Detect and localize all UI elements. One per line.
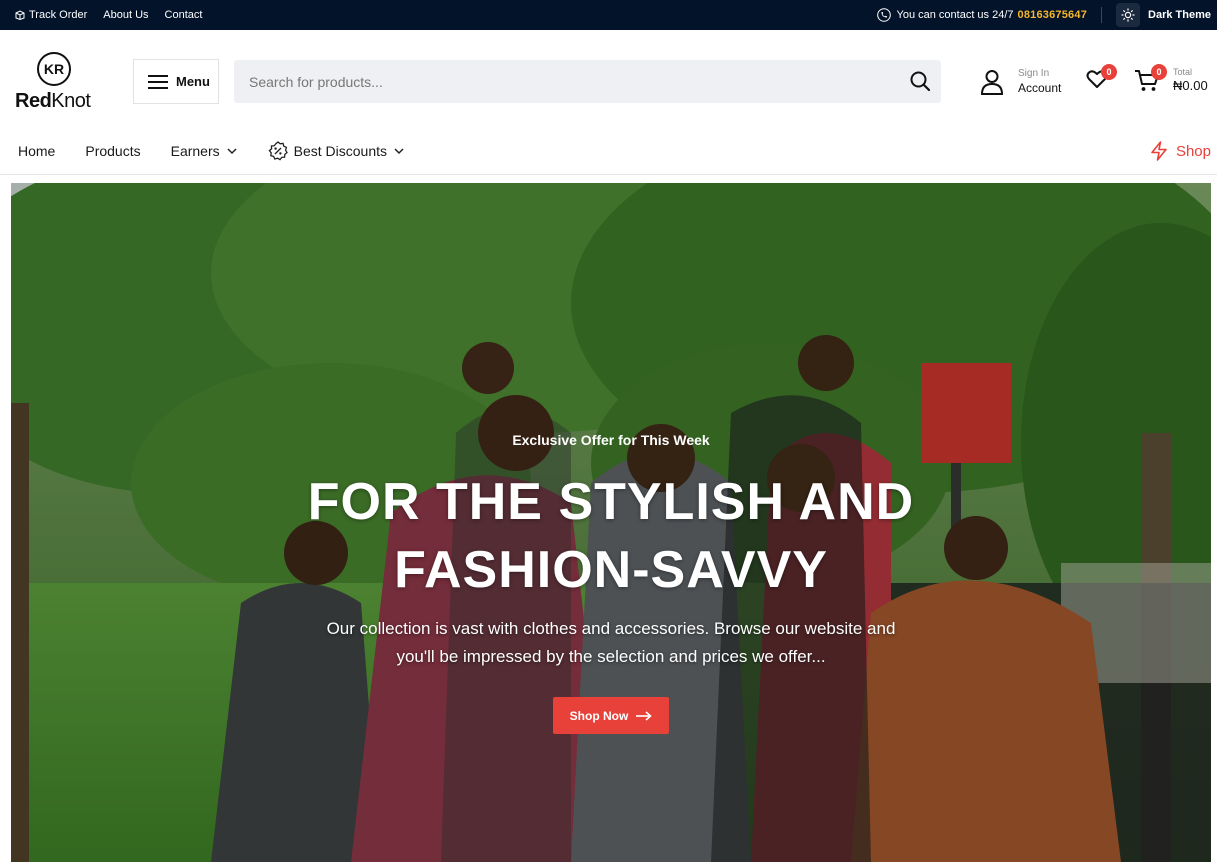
main-nav: Home Products Earners Best Discounts Sho… bbox=[0, 128, 1217, 175]
search-input[interactable] bbox=[234, 60, 894, 103]
track-order-link[interactable]: Track Order bbox=[15, 9, 87, 21]
hero-description: Our collection is vast with clothes and … bbox=[326, 619, 896, 666]
hero-banner: Exclusive Offer for This Week FOR THE ST… bbox=[11, 183, 1211, 862]
dark-theme-label: Dark Theme bbox=[1148, 9, 1211, 21]
menu-button[interactable]: Menu bbox=[133, 59, 219, 104]
search-icon[interactable] bbox=[909, 70, 931, 92]
logo-text-bold: Red bbox=[15, 90, 52, 112]
contact-label: Contact bbox=[164, 9, 203, 21]
nav-item-label: Best Discounts bbox=[293, 143, 388, 159]
box-icon bbox=[15, 10, 25, 20]
cart-total[interactable]: Total ₦0.00 bbox=[1173, 67, 1208, 95]
sign-in-label: Sign In bbox=[1018, 68, 1050, 80]
discount-badge-icon bbox=[268, 141, 288, 161]
about-us-link[interactable]: About Us bbox=[103, 9, 148, 21]
about-us-label: About Us bbox=[103, 9, 149, 21]
nav-item-label: Earners bbox=[170, 143, 220, 159]
site-logo[interactable]: KR RedKnot bbox=[15, 52, 95, 112]
shop-now-label: Shop Now bbox=[569, 708, 629, 723]
top-bar-right: You can contact us 24/7 08163675647 Dark… bbox=[876, 0, 1211, 30]
contact-link[interactable]: Contact bbox=[165, 9, 203, 21]
nav-item-label: Home bbox=[18, 143, 56, 159]
contact-text: You can contact us 24/7 bbox=[896, 9, 1014, 21]
cart-count-badge: 0 bbox=[1151, 64, 1167, 80]
shop-now-button[interactable]: Shop Now bbox=[553, 697, 669, 734]
logo-text-light: Knot bbox=[51, 90, 91, 112]
divider bbox=[1101, 7, 1103, 23]
total-value: ₦0.00 bbox=[1173, 78, 1208, 94]
chevron-down-icon bbox=[394, 148, 404, 155]
hero-kicker: Exclusive Offer for This Week bbox=[512, 432, 710, 448]
arrow-right-icon bbox=[636, 710, 653, 721]
nav-item-earners[interactable]: Earners bbox=[171, 143, 238, 159]
track-order-label: Track Order bbox=[29, 9, 88, 21]
nav-item-label: Products bbox=[85, 143, 141, 159]
logo-mark: KR bbox=[37, 52, 71, 86]
phone-icon bbox=[876, 8, 891, 22]
chevron-down-icon bbox=[227, 148, 237, 155]
wishlist-count-badge: 0 bbox=[1101, 64, 1117, 80]
shop-label: Shop bbox=[1175, 142, 1211, 160]
account-link[interactable]: Sign In Account bbox=[980, 67, 1061, 97]
account-text: Sign In Account bbox=[1018, 68, 1061, 96]
cart-button[interactable]: 0 bbox=[1134, 64, 1167, 94]
nav-item-best-discounts[interactable]: Best Discounts bbox=[268, 141, 405, 161]
top-bar-links: Track Order About Us Contact bbox=[15, 0, 202, 30]
hero-title: FOR THE STYLISH AND FASHION-SAVVY bbox=[191, 468, 1031, 604]
user-icon bbox=[980, 70, 1004, 95]
top-bar: Track Order About Us Contact You can con… bbox=[0, 0, 1217, 30]
main-header: KR RedKnot Menu Sign In Account 0 0 Tota… bbox=[0, 30, 1217, 128]
logo-text: RedKnot bbox=[15, 90, 91, 113]
nav-item-products[interactable]: Products bbox=[85, 143, 140, 159]
total-label: Total bbox=[1173, 67, 1193, 77]
wishlist-button[interactable]: 0 bbox=[1086, 64, 1117, 92]
lightning-icon bbox=[1151, 141, 1167, 161]
contact-number[interactable]: 08163675647 bbox=[1018, 9, 1088, 21]
hero-content: Exclusive Offer for This Week FOR THE ST… bbox=[11, 183, 1211, 862]
menu-label: Menu bbox=[176, 74, 210, 89]
search-bar bbox=[234, 60, 941, 103]
hamburger-icon bbox=[148, 74, 168, 89]
nav-shop-link[interactable]: Shop bbox=[1150, 128, 1211, 174]
hero-title-line-2: FASHION-SAVVY bbox=[394, 541, 828, 599]
dark-theme-toggle[interactable]: Dark Theme bbox=[1116, 3, 1211, 27]
sun-icon bbox=[1116, 3, 1141, 27]
nav-items: Home Products Earners Best Discounts bbox=[18, 128, 405, 174]
account-label: Account bbox=[1018, 80, 1062, 95]
nav-item-home[interactable]: Home bbox=[18, 143, 55, 159]
hero-title-line-1: FOR THE STYLISH AND bbox=[307, 473, 915, 531]
